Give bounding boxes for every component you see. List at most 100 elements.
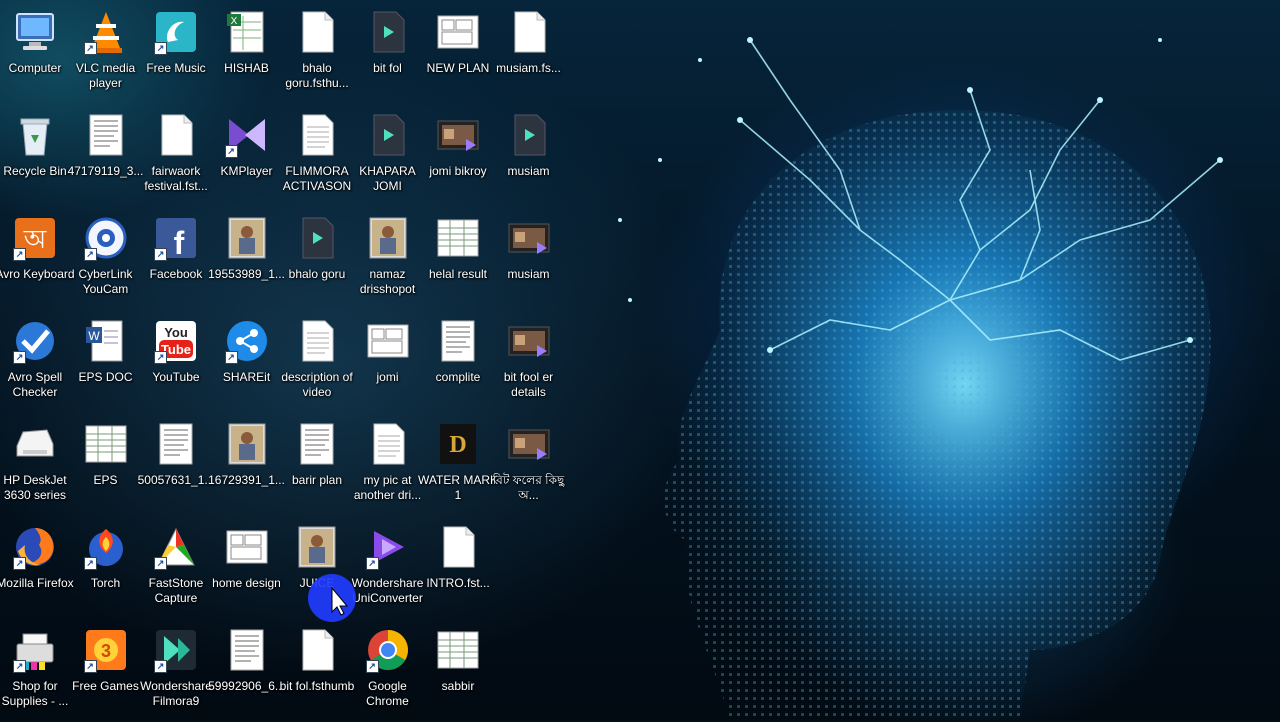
desktop-shortcut-image-file[interactable]: jomi — [352, 313, 424, 413]
desktop-shortcut-video-file[interactable]: বিট ফলের কিছু অ... — [493, 416, 565, 516]
photo-file-icon — [228, 423, 265, 465]
desktop-shortcut-watermark-image[interactable]: D WATER MARK 1 — [418, 416, 498, 516]
shortcut-arrow-icon: ↗ — [154, 42, 167, 55]
desktop-shortcut-blank-file[interactable]: musiam.fs... — [493, 4, 565, 104]
desktop-shortcut-document-image[interactable]: 50057631_1... — [138, 416, 214, 516]
desktop-shortcut-video-file[interactable]: musiam — [493, 210, 565, 310]
desktop-icon-label: FastStone Capture — [148, 576, 204, 605]
desktop-shortcut-blank-file[interactable]: fairwaork festival.fst... — [140, 107, 212, 207]
desktop-icon-label: musiam — [507, 267, 550, 281]
desktop-icon-label: 47179119_3... — [67, 164, 144, 178]
recycle-bin-icon — [20, 118, 50, 156]
desktop-icon-label: Mozilla Firefox — [0, 576, 74, 590]
desktop-shortcut-excel-file[interactable]: X HISHAB — [211, 4, 283, 104]
desktop-shortcut-text-file[interactable]: FLIMMORA ACTIVASON — [281, 107, 353, 207]
desktop-shortcut-spreadsheet-image[interactable]: helal result — [422, 210, 494, 310]
desktop-shortcut-shareit[interactable]: ↗ SHAREit — [211, 313, 283, 413]
desktop-icon-label: INTRO.fst... — [426, 576, 490, 590]
image-file-icon — [226, 530, 267, 564]
desktop-shortcut-image-file[interactable]: NEW PLAN — [422, 4, 494, 104]
desktop-shortcut-document-image[interactable]: 59992906_6... — [208, 622, 285, 722]
desktop-icon-label: বিট ফলের কিছু অ... — [492, 473, 565, 502]
blank-file-icon — [443, 526, 475, 568]
desktop-shortcut-photo-file[interactable]: namaz drisshopot — [352, 210, 424, 310]
desktop-shortcut-filmora-project[interactable]: KHAPARA JOMI — [352, 107, 424, 207]
desktop-shortcut-kmplayer[interactable]: ↗ KMPlayer — [211, 107, 283, 207]
shortcut-arrow-icon: ↗ — [13, 351, 26, 364]
desktop-shortcut-filmora-project[interactable]: musiam — [493, 107, 565, 207]
desktop-icon-label: sabbir — [441, 679, 475, 693]
desktop-shortcut-text-file[interactable]: my pic at another dri... — [352, 416, 424, 516]
desktop-icon-label: Wondershare Filmora9 — [140, 679, 212, 708]
desktop-icon-label: Free Music — [146, 61, 206, 75]
desktop-icon-label: jomi bikroy — [429, 164, 487, 178]
desktop-shortcut-blank-file[interactable]: INTRO.fst... — [422, 519, 494, 619]
desktop-shortcut-recycle-bin[interactable]: Recycle Bin — [0, 107, 71, 207]
svg-text:D: D — [449, 432, 466, 458]
desktop-icon-label: barir plan — [291, 473, 343, 487]
desktop-icon-label: helal result — [428, 267, 488, 281]
desktop-icon-label: musiam.fs... — [496, 61, 561, 75]
image-file-icon — [367, 324, 408, 358]
desktop-shortcut-facebook[interactable]: f ↗ Facebook — [140, 210, 212, 310]
desktop-shortcut-printer[interactable]: HP DeskJet 3630 series — [0, 416, 71, 516]
desktop-icon-label: 59992906_6... — [208, 679, 285, 693]
desktop-icon-label: EPS — [93, 473, 118, 487]
desktop-shortcut-spreadsheet-image[interactable]: EPS — [70, 416, 142, 516]
desktop-shortcut-text-file[interactable]: description of video — [281, 313, 353, 413]
desktop-shortcut-printer-shop[interactable]: ↗ Shop for Supplies - ... — [0, 622, 71, 722]
desktop-icon-label: home design — [212, 576, 281, 590]
desktop-shortcut-filmora-project[interactable]: bit fol — [352, 4, 424, 104]
desktop-icon-label: Computer — [8, 61, 62, 75]
text-file-icon — [302, 320, 334, 362]
desktop-shortcut-avro-spell-checker[interactable]: ↗ Avro Spell Checker — [0, 313, 71, 413]
desktop-shortcut-youtube[interactable]: You Tube ↗ YouTube — [140, 313, 212, 413]
desktop-shortcut-photo-file[interactable]: 16729391_1... — [208, 416, 285, 516]
desktop-icon-label: EPS DOC — [78, 370, 133, 384]
desktop-shortcut-video-file[interactable]: bit fool er details — [493, 313, 565, 413]
desktop-shortcut-firefox[interactable]: ↗ Mozilla Firefox — [0, 519, 74, 619]
desktop-shortcut-image-file[interactable]: home design — [211, 519, 283, 619]
desktop-icon-label: Google Chrome — [366, 679, 409, 708]
desktop-shortcut-word-file[interactable]: W EPS DOC — [70, 313, 142, 413]
desktop-shortcut-video-file[interactable]: jomi bikroy — [422, 107, 494, 207]
video-file-icon — [508, 429, 549, 460]
desktop-shortcut-document-image[interactable]: complite — [422, 313, 494, 413]
desktop-icon-label: bhalo goru.fsthu... — [285, 61, 349, 90]
desktop-shortcut-computer[interactable]: Computer — [0, 4, 71, 104]
desktop-shortcut-vlc[interactable]: ↗ VLC media player — [70, 4, 142, 104]
desktop-icon-label: Shop for Supplies - ... — [1, 679, 69, 708]
desktop-icon-label: bit fol — [373, 61, 402, 75]
desktop-icon-label: HISHAB — [224, 61, 269, 75]
video-file-icon — [508, 326, 549, 357]
shortcut-arrow-icon: ↗ — [83, 660, 97, 673]
desktop-shortcut-blank-file[interactable]: bit fol.fsthumb — [280, 622, 354, 722]
desktop-shortcut-spreadsheet-image[interactable]: sabbir — [422, 622, 494, 722]
desktop-icon-label: Avro Spell Checker — [7, 370, 63, 399]
desktop-shortcut-free-games[interactable]: 3 ↗ Free Games — [70, 622, 142, 722]
desktop-shortcut-document-image[interactable]: 47179119_3... — [68, 107, 143, 207]
desktop-shortcut-torch[interactable]: ↗ Torch — [70, 519, 142, 619]
desktop-shortcut-blank-file[interactable]: bhalo goru.fsthu... — [281, 4, 353, 104]
printer-icon — [16, 429, 54, 457]
desktop-shortcut-photo-file[interactable]: 19553989_1... — [208, 210, 285, 310]
desktop-shortcut-chrome[interactable]: ↗ Google Chrome — [352, 622, 424, 722]
image-file-icon — [437, 15, 479, 49]
watermark-image-icon: D — [440, 424, 476, 464]
desktop-shortcut-filmora[interactable]: ↗ Wondershare Filmora9 — [140, 622, 212, 722]
shortcut-arrow-icon: ↗ — [83, 557, 97, 570]
desktop-shortcut-free-music[interactable]: ↗ Free Music — [140, 4, 212, 104]
desktop-icon-label: Torch — [90, 576, 121, 590]
shortcut-arrow-icon: ↗ — [224, 145, 238, 158]
desktop-shortcut-avro-keyboard[interactable]: অ ↗ Avro Keyboard — [0, 210, 75, 310]
desktop-shortcut-youcam[interactable]: ↗ CyberLink YouCam — [70, 210, 142, 310]
filmora-project-icon — [373, 11, 404, 53]
desktop-icon-label: Free Games — [72, 679, 139, 693]
desktop-icon-label: SHAREit — [222, 370, 271, 384]
desktop-icon-label: my pic at another dri... — [353, 473, 422, 502]
desktop-icon-label: description of video — [281, 370, 353, 399]
desktop-icon-label: VLC media player — [75, 61, 136, 90]
desktop-shortcut-faststone[interactable]: ↗ FastStone Capture — [140, 519, 212, 619]
desktop-shortcut-document-image[interactable]: barir plan — [281, 416, 353, 516]
desktop-shortcut-filmora-project[interactable]: bhalo goru — [281, 210, 353, 310]
